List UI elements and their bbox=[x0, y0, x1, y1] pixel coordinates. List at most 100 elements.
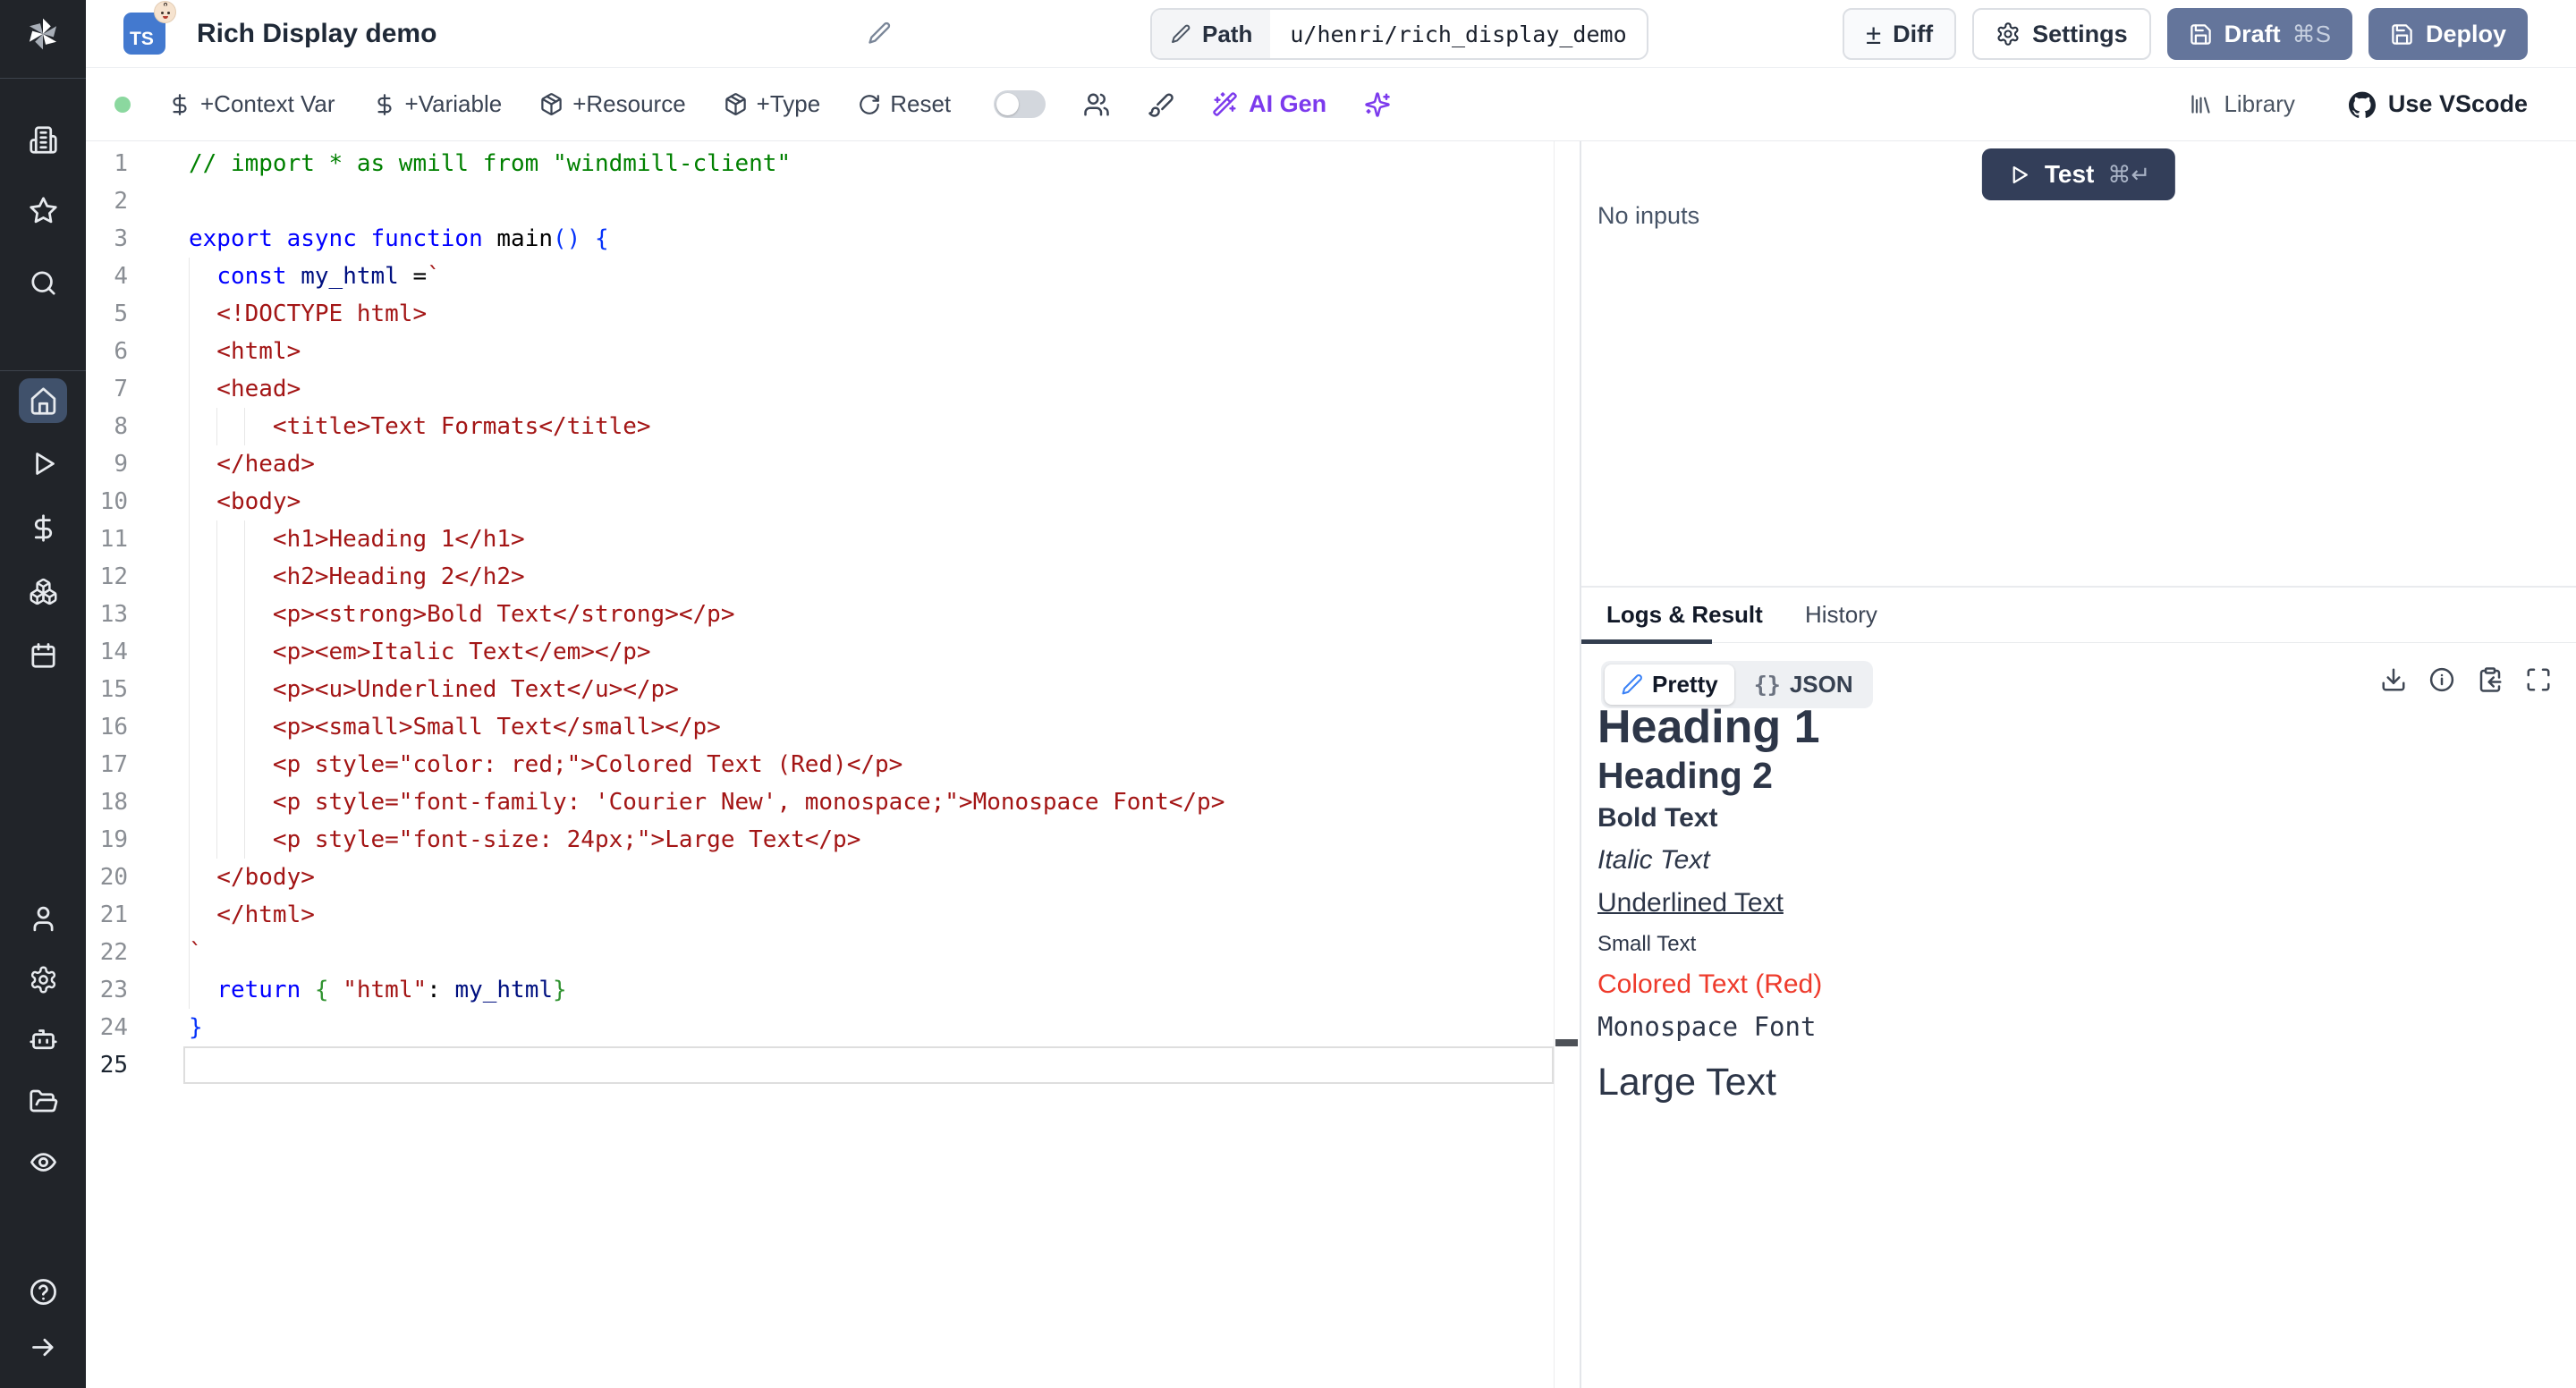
line-number[interactable]: 1 bbox=[86, 145, 128, 182]
code-line[interactable]: // import * as wmill from "windmill-clie… bbox=[189, 145, 791, 182]
ai-sparkles-button[interactable] bbox=[1364, 91, 1391, 118]
tab-history[interactable]: History bbox=[1805, 588, 1877, 643]
path-input[interactable]: Path u/henri/rich_display_demo bbox=[1150, 8, 1648, 60]
code-line[interactable]: <p><small>Small Text</small></p> bbox=[189, 708, 721, 746]
result-underline: Underlined Text bbox=[1597, 882, 1822, 925]
code-line[interactable]: const my_html =` bbox=[189, 258, 441, 295]
code-line[interactable]: </head> bbox=[189, 445, 315, 483]
library-button[interactable]: Library bbox=[2189, 90, 2294, 118]
view-pretty[interactable]: Pretty bbox=[1605, 664, 1734, 705]
test-button[interactable]: Test ⌘↵ bbox=[1982, 148, 2175, 200]
code-line[interactable]: </html> bbox=[189, 896, 315, 934]
sidebar-item-users[interactable] bbox=[23, 899, 63, 938]
code-line[interactable]: <head> bbox=[189, 370, 301, 408]
download-result-button[interactable] bbox=[2379, 665, 2408, 694]
sidebar-item-resources[interactable] bbox=[23, 571, 63, 611]
line-number[interactable]: 15 bbox=[86, 671, 128, 708]
multiplayer-button[interactable] bbox=[1083, 91, 1110, 118]
code-line[interactable]: <p style="font-size: 24px;">Large Text</… bbox=[189, 821, 860, 859]
sidebar-item-runs[interactable] bbox=[23, 444, 63, 483]
line-number[interactable]: 13 bbox=[86, 596, 128, 633]
line-number[interactable]: 10 bbox=[86, 483, 128, 520]
code-line[interactable]: return { "html": my_html} bbox=[189, 971, 567, 1009]
line-number[interactable]: 8 bbox=[86, 408, 128, 445]
sidebar-collapse-toggle[interactable] bbox=[23, 1327, 63, 1367]
code-line[interactable]: <html> bbox=[189, 333, 301, 370]
line-number[interactable]: 19 bbox=[86, 821, 128, 859]
line-number[interactable]: 12 bbox=[86, 558, 128, 596]
add-variable-button[interactable]: +Variable bbox=[373, 90, 503, 118]
sidebar-item-audit-logs[interactable] bbox=[23, 1142, 63, 1181]
line-number[interactable]: 5 bbox=[86, 295, 128, 333]
code-editor[interactable]: 1234567891011121314151617181920212223242… bbox=[86, 141, 1554, 1388]
deploy-button[interactable]: Deploy bbox=[2368, 8, 2528, 60]
sidebar-item-settings[interactable] bbox=[23, 960, 63, 999]
add-type-button[interactable]: +Type bbox=[724, 90, 821, 118]
line-number[interactable]: 6 bbox=[86, 333, 128, 370]
code-line[interactable]: <p><strong>Bold Text</strong></p> bbox=[189, 596, 734, 633]
current-line-highlight bbox=[183, 1046, 1554, 1084]
code-line[interactable]: <h1>Heading 1</h1> bbox=[189, 520, 525, 558]
assistant-toggle[interactable] bbox=[994, 90, 1046, 118]
sidebar-item-schedules[interactable] bbox=[23, 636, 63, 675]
add-context-var-button[interactable]: +Context Var bbox=[168, 90, 335, 118]
line-number[interactable]: 20 bbox=[86, 859, 128, 896]
use-vscode-button[interactable]: Use VScode bbox=[2349, 90, 2528, 118]
code-line[interactable]: <h2>Heading 2</h2> bbox=[189, 558, 525, 596]
sidebar-item-workers[interactable] bbox=[23, 1020, 63, 1060]
settings-button[interactable]: Settings bbox=[1972, 8, 2151, 60]
code-line[interactable]: <title>Text Formats</title> bbox=[189, 408, 651, 445]
code-line[interactable]: <p><em>Italic Text</em></p> bbox=[189, 633, 651, 671]
path-value[interactable]: u/henri/rich_display_demo bbox=[1270, 10, 1646, 58]
code-line[interactable]: ` bbox=[189, 934, 203, 971]
line-number[interactable]: 3 bbox=[86, 220, 128, 258]
sidebar-item-search[interactable] bbox=[23, 263, 63, 302]
code-line[interactable]: <p style="font-family: 'Courier New', mo… bbox=[189, 783, 1224, 821]
view-json[interactable]: {} JSON bbox=[1738, 664, 1869, 705]
line-number[interactable]: 14 bbox=[86, 633, 128, 671]
draft-button[interactable]: Draft ⌘S bbox=[2167, 8, 2352, 60]
diff-label: Diff bbox=[1893, 21, 1933, 48]
right-panel: Test ⌘↵ No inputs Logs & Result History … bbox=[1581, 141, 2576, 1388]
line-number[interactable]: 7 bbox=[86, 370, 128, 408]
code-line[interactable]: </body> bbox=[189, 859, 315, 896]
reset-button[interactable]: Reset bbox=[858, 90, 951, 118]
line-number[interactable]: 21 bbox=[86, 896, 128, 934]
editor-scrollbar-gutter[interactable] bbox=[1554, 141, 1555, 1388]
line-number[interactable]: 25 bbox=[86, 1046, 128, 1084]
code-line[interactable]: <p style="color: red;">Colored Text (Red… bbox=[189, 746, 902, 783]
code-line[interactable]: <p><u>Underlined Text</u></p> bbox=[189, 671, 679, 708]
code-line[interactable]: <!DOCTYPE html> bbox=[189, 295, 427, 333]
line-number[interactable]: 2 bbox=[86, 182, 128, 220]
line-number[interactable]: 23 bbox=[86, 971, 128, 1009]
line-number[interactable]: 17 bbox=[86, 746, 128, 783]
line-number[interactable]: 11 bbox=[86, 520, 128, 558]
result-info-button[interactable] bbox=[2428, 665, 2456, 694]
sidebar-item-folders[interactable] bbox=[23, 1081, 63, 1121]
line-number[interactable]: 24 bbox=[86, 1009, 128, 1046]
line-number[interactable]: 18 bbox=[86, 783, 128, 821]
tab-logs-result[interactable]: Logs & Result bbox=[1606, 588, 1763, 643]
edit-summary-pencil-icon[interactable] bbox=[867, 21, 892, 50]
sidebar-item-variables[interactable] bbox=[23, 508, 63, 547]
code-line[interactable]: } bbox=[189, 1009, 203, 1046]
expand-result-button[interactable] bbox=[2524, 665, 2553, 694]
boxes-icon bbox=[29, 577, 58, 606]
sidebar-item-help[interactable] bbox=[23, 1272, 63, 1311]
add-resource-button[interactable]: +Resource bbox=[539, 90, 685, 118]
sidebar-item-favorites[interactable] bbox=[23, 190, 63, 230]
paintbrush-icon bbox=[1148, 91, 1174, 118]
format-button[interactable] bbox=[1148, 91, 1174, 118]
sidebar-item-home[interactable] bbox=[19, 378, 67, 423]
line-number[interactable]: 22 bbox=[86, 934, 128, 971]
windmill-logo[interactable] bbox=[23, 14, 63, 54]
code-line[interactable]: <body> bbox=[189, 483, 301, 520]
diff-button[interactable]: ± Diff bbox=[1843, 8, 1956, 60]
line-number[interactable]: 9 bbox=[86, 445, 128, 483]
line-number[interactable]: 4 bbox=[86, 258, 128, 295]
ai-gen-button[interactable]: AI Gen bbox=[1212, 90, 1326, 118]
line-number[interactable]: 16 bbox=[86, 708, 128, 746]
code-line[interactable]: export async function main() { bbox=[189, 220, 609, 258]
copy-result-button[interactable] bbox=[2476, 665, 2504, 694]
sidebar-item-workspace[interactable] bbox=[23, 120, 63, 159]
